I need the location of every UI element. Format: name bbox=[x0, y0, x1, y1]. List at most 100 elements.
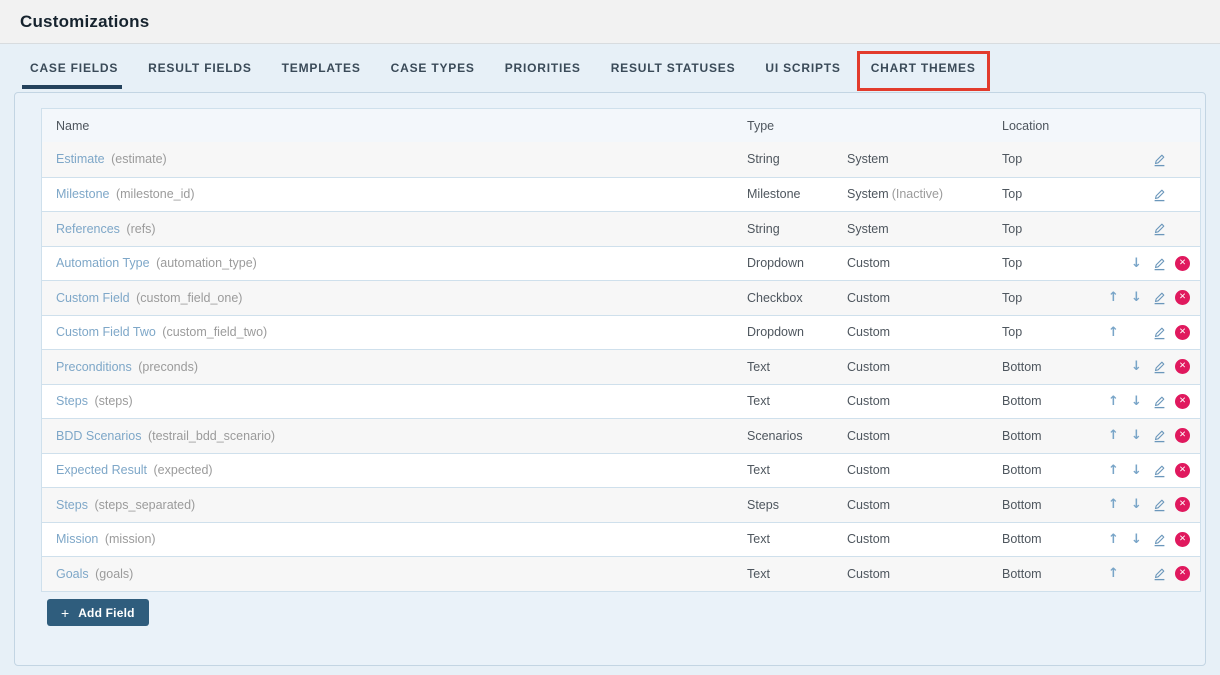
field-system-name: (expected) bbox=[154, 463, 213, 477]
content-panel: Name Type Location Estimate (estimate) S… bbox=[14, 92, 1206, 666]
move-down-icon[interactable]: ↓ bbox=[1131, 360, 1142, 373]
field-name-cell: Steps (steps_separated) bbox=[42, 498, 747, 512]
field-name-link[interactable]: Expected Result bbox=[56, 463, 147, 477]
tab-case-types[interactable]: CASE TYPES bbox=[391, 61, 475, 75]
edit-icon[interactable] bbox=[1152, 463, 1167, 478]
field-system-name: (testrail_bdd_scenario) bbox=[148, 429, 275, 443]
move-up-icon[interactable]: ↑ bbox=[1108, 326, 1119, 339]
move-down-icon[interactable]: ↓ bbox=[1131, 498, 1142, 511]
table-row: Steps (steps_separated) Steps Custom Bot… bbox=[42, 487, 1200, 522]
edit-icon[interactable] bbox=[1152, 152, 1167, 167]
delete-icon[interactable]: ✕ bbox=[1175, 497, 1190, 512]
field-name-link[interactable]: Preconditions bbox=[56, 360, 132, 374]
tab-templates[interactable]: TEMPLATES bbox=[282, 61, 361, 75]
field-origin-note: (Inactive) bbox=[892, 187, 943, 201]
field-origin: Custom bbox=[847, 325, 1002, 339]
move-down-icon[interactable]: ↓ bbox=[1131, 257, 1142, 270]
field-name-cell: Automation Type (automation_type) bbox=[42, 256, 747, 270]
field-name-cell: Mission (mission) bbox=[42, 532, 747, 546]
edit-icon[interactable] bbox=[1152, 325, 1167, 340]
field-origin: Custom bbox=[847, 567, 1002, 581]
delete-icon[interactable]: ✕ bbox=[1175, 463, 1190, 478]
field-name-link[interactable]: Custom Field Two bbox=[56, 325, 156, 339]
move-down-icon[interactable]: ↓ bbox=[1131, 429, 1142, 442]
move-up-icon[interactable]: ↑ bbox=[1108, 429, 1119, 442]
tab-priorities[interactable]: PRIORITIES bbox=[505, 61, 581, 75]
move-up-icon[interactable]: ↑ bbox=[1108, 291, 1119, 304]
table-body: Estimate (estimate) String System Top bbox=[42, 142, 1200, 591]
edit-icon[interactable] bbox=[1152, 497, 1167, 512]
field-name-link[interactable]: Mission bbox=[56, 532, 98, 546]
field-name-link[interactable]: Estimate bbox=[56, 152, 105, 166]
field-location: Top bbox=[1002, 222, 1102, 236]
delete-icon[interactable]: ✕ bbox=[1175, 325, 1190, 340]
field-name-cell: Steps (steps) bbox=[42, 394, 747, 408]
edit-icon[interactable] bbox=[1152, 290, 1167, 305]
tab-label: CHART THEMES bbox=[871, 61, 976, 75]
edit-icon[interactable] bbox=[1152, 394, 1167, 409]
tab-case-fields[interactable]: CASE FIELDS bbox=[30, 61, 118, 75]
edit-icon[interactable] bbox=[1152, 359, 1167, 374]
edit-icon[interactable] bbox=[1152, 221, 1167, 236]
field-system-name: (custom_field_one) bbox=[136, 291, 242, 305]
tab-chart-themes[interactable]: CHART THEMES bbox=[871, 61, 976, 75]
move-up-icon[interactable]: ↑ bbox=[1108, 533, 1119, 546]
move-up-icon[interactable]: ↑ bbox=[1108, 567, 1119, 580]
edit-icon[interactable] bbox=[1152, 566, 1167, 581]
field-origin: Custom bbox=[847, 291, 1002, 305]
move-down-icon[interactable]: ↓ bbox=[1131, 533, 1142, 546]
field-system-name: (mission) bbox=[105, 532, 156, 546]
delete-icon[interactable]: ✕ bbox=[1175, 532, 1190, 547]
table-row: Expected Result (expected) Text Custom B… bbox=[42, 453, 1200, 488]
field-type: Text bbox=[747, 394, 847, 408]
move-up-icon[interactable]: ↑ bbox=[1108, 395, 1119, 408]
case-fields-table: Name Type Location Estimate (estimate) S… bbox=[41, 108, 1201, 592]
tab-result-fields[interactable]: RESULT FIELDS bbox=[148, 61, 252, 75]
field-name-link[interactable]: Custom Field bbox=[56, 291, 130, 305]
tab-label: CASE FIELDS bbox=[30, 61, 118, 75]
field-name-link[interactable]: References bbox=[56, 222, 120, 236]
edit-icon[interactable] bbox=[1152, 256, 1167, 271]
delete-icon[interactable]: ✕ bbox=[1175, 428, 1190, 443]
tab-result-statuses[interactable]: RESULT STATUSES bbox=[611, 61, 736, 75]
add-field-label: Add Field bbox=[78, 606, 134, 620]
field-system-name: (steps) bbox=[94, 394, 132, 408]
edit-icon[interactable] bbox=[1152, 187, 1167, 202]
field-name-link[interactable]: Steps bbox=[56, 394, 88, 408]
field-location: Bottom bbox=[1002, 394, 1102, 408]
move-up-icon[interactable]: ↑ bbox=[1108, 464, 1119, 477]
field-name-link[interactable]: Milestone bbox=[56, 187, 110, 201]
row-actions bbox=[1102, 149, 1202, 169]
field-origin: System bbox=[847, 222, 1002, 236]
field-name-link[interactable]: Steps bbox=[56, 498, 88, 512]
move-down-icon[interactable]: ↓ bbox=[1131, 464, 1142, 477]
page-title: Customizations bbox=[20, 12, 149, 32]
field-origin: System(Inactive) bbox=[847, 187, 1002, 201]
field-name-link[interactable]: Automation Type bbox=[56, 256, 150, 270]
table-row: Goals (goals) Text Custom Bottom ↑ bbox=[42, 556, 1200, 591]
delete-icon[interactable]: ✕ bbox=[1175, 290, 1190, 305]
delete-icon[interactable]: ✕ bbox=[1175, 256, 1190, 271]
add-field-button[interactable]: + Add Field bbox=[47, 599, 149, 626]
field-name-cell: Goals (goals) bbox=[42, 567, 747, 581]
delete-icon[interactable]: ✕ bbox=[1175, 359, 1190, 374]
field-location: Bottom bbox=[1002, 429, 1102, 443]
field-type: Text bbox=[747, 532, 847, 546]
field-name-cell: References (refs) bbox=[42, 222, 747, 236]
move-down-icon[interactable]: ↓ bbox=[1131, 291, 1142, 304]
field-system-name: (estimate) bbox=[111, 152, 167, 166]
edit-icon[interactable] bbox=[1152, 428, 1167, 443]
field-type: Text bbox=[747, 360, 847, 374]
edit-icon[interactable] bbox=[1152, 532, 1167, 547]
field-name-link[interactable]: Goals bbox=[56, 567, 89, 581]
table-row: Steps (steps) Text Custom Bottom ↑ ↓ bbox=[42, 384, 1200, 419]
move-up-icon[interactable]: ↑ bbox=[1108, 498, 1119, 511]
delete-icon[interactable]: ✕ bbox=[1175, 394, 1190, 409]
field-location: Bottom bbox=[1002, 463, 1102, 477]
tab-ui-scripts[interactable]: UI SCRIPTS bbox=[765, 61, 840, 75]
delete-icon[interactable]: ✕ bbox=[1175, 566, 1190, 581]
field-name-link[interactable]: BDD Scenarios bbox=[56, 429, 141, 443]
field-origin: Custom bbox=[847, 360, 1002, 374]
move-down-icon[interactable]: ↓ bbox=[1131, 395, 1142, 408]
field-location: Top bbox=[1002, 152, 1102, 166]
